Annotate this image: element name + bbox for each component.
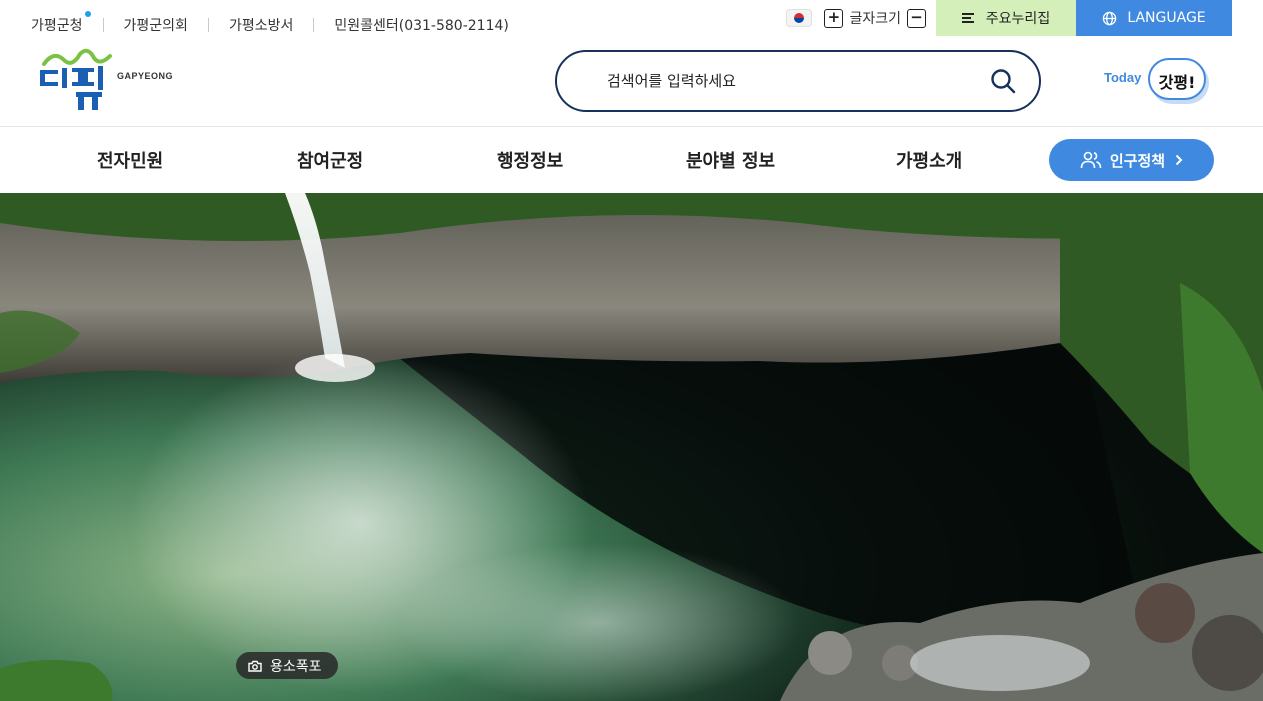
nav-participation[interactable]: 참여군정 — [297, 147, 363, 173]
globe-icon — [1103, 11, 1117, 25]
camera-icon — [248, 660, 262, 672]
divider — [313, 18, 315, 32]
nav-e-civil[interactable]: 전자민원 — [97, 147, 163, 173]
today-label: Today — [1104, 70, 1142, 85]
link-fire-station[interactable]: 가평소방서 — [229, 15, 293, 35]
waterfall-photo — [0, 193, 1263, 701]
photo-caption: 용소폭포 — [236, 652, 338, 679]
main-sites-label: 주요누리집 — [985, 11, 1051, 27]
population-policy-button[interactable]: 인구정책 — [1049, 139, 1214, 181]
font-size-increase-button[interactable]: + — [824, 8, 844, 28]
logo-wordmark: GAPYEONG — [117, 71, 174, 81]
divider — [207, 18, 209, 32]
main-sites-button[interactable]: 주요누리집 — [936, 0, 1076, 36]
nav-admin-info[interactable]: 행정정보 — [497, 147, 563, 173]
font-size-label: 글자크기 — [849, 11, 901, 27]
hero-banner: 용소폭포 — [0, 193, 1263, 701]
menu-icon — [961, 11, 974, 25]
link-county-council[interactable]: 가평군의회 — [124, 15, 188, 35]
language-button[interactable]: LANGUAGE — [1076, 0, 1232, 36]
nav-field-info[interactable]: 분야별 정보 — [686, 147, 775, 173]
gapyeong-logo-mark — [40, 48, 112, 110]
link-gapyeong-county-label: 가평군청 — [31, 18, 83, 34]
korean-language-flag[interactable] — [786, 0, 813, 36]
font-size-control: + 글자크기 − — [824, 0, 926, 36]
people-icon — [1080, 151, 1102, 169]
search-input[interactable] — [607, 68, 977, 94]
korea-flag-icon — [786, 9, 813, 27]
speech-bubble-icon: 갓평! — [1148, 58, 1206, 100]
photo-caption-text: 용소폭포 — [270, 658, 322, 675]
chevron-right-icon — [1175, 154, 1183, 166]
utility-actions: + 글자크기 − 주요누리집 LANGUAGE — [786, 0, 1232, 36]
font-size-decrease-button[interactable]: − — [907, 8, 926, 28]
language-label: LANGUAGE — [1127, 10, 1206, 26]
search-bar — [555, 50, 1041, 112]
divider — [102, 18, 104, 32]
active-dot — [84, 11, 91, 17]
gapyeong-logo[interactable]: GAPYEONG — [36, 48, 176, 114]
population-policy-label: 인구정책 — [1109, 151, 1166, 170]
utility-links: 가평군청 가평군의회 가평소방서 민원콜센터(031-580-2114) — [31, 11, 509, 36]
today-gapyeong-link[interactable]: Today 갓평! — [1104, 52, 1218, 112]
link-call-center[interactable]: 민원콜센터(031-580-2114) — [334, 15, 509, 35]
main-navigation: 전자민원 참여군정 행정정보 분야별 정보 가평소개 인구정책 — [0, 127, 1263, 193]
today-title: 갓평! — [1158, 73, 1196, 92]
search-icon[interactable] — [989, 67, 1017, 95]
link-gapyeong-county[interactable]: 가평군청 — [31, 11, 91, 35]
nav-about[interactable]: 가평소개 — [896, 147, 962, 173]
